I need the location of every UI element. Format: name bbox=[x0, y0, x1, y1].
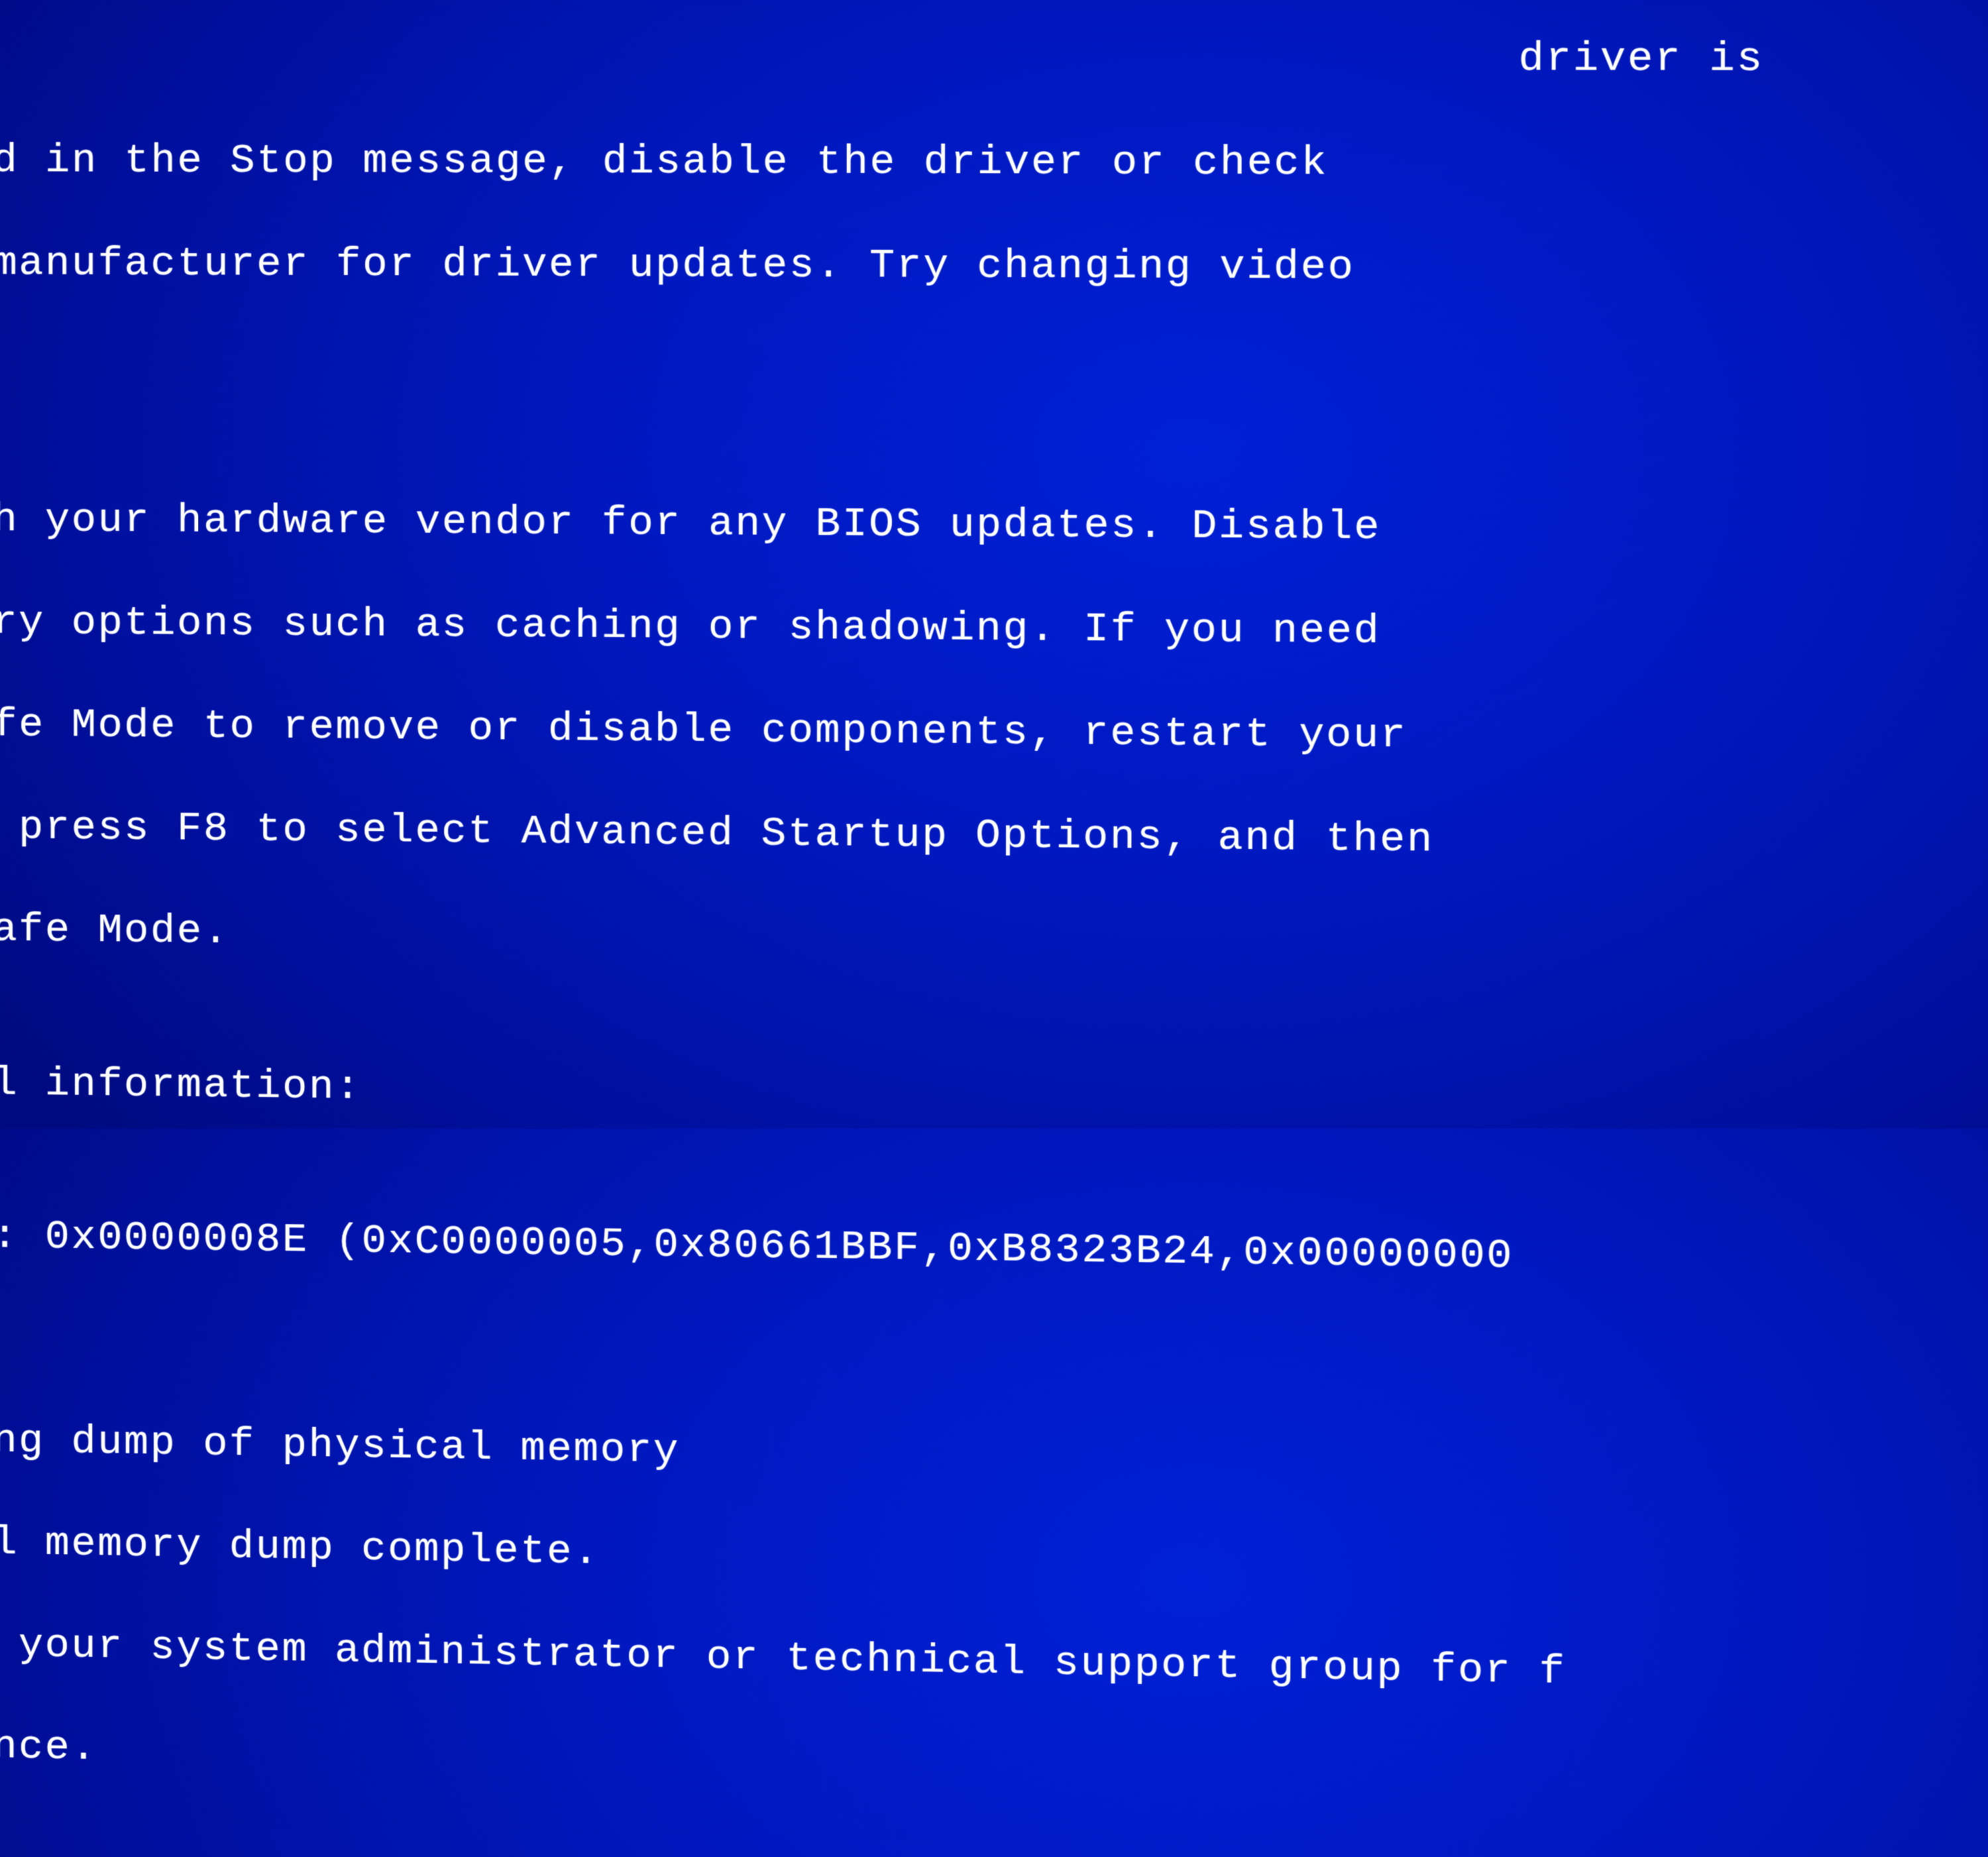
bsod-line: se Safe Mode to remove or disable compon… bbox=[0, 698, 1761, 764]
bsod-line bbox=[0, 1362, 1757, 1390]
bsod-technical-info-header: nnical information: bbox=[0, 1056, 1759, 1129]
bsod-line: ect Safe Mode. bbox=[0, 903, 1760, 973]
bsod-line: ters. bbox=[0, 339, 1763, 399]
bsod-screen: driver is tified in the Stop message, di… bbox=[0, 0, 1764, 1857]
bsod-line: the manufacturer for driver updates. Try… bbox=[0, 237, 1763, 294]
bsod-line bbox=[0, 1005, 1759, 1025]
bsod-line: sistance. bbox=[0, 1718, 1756, 1805]
bsod-line bbox=[0, 1158, 1759, 1182]
bsod-line: uter, press F8 to select Advanced Startu… bbox=[0, 800, 1761, 868]
bsod-line: driver is bbox=[0, 31, 1764, 85]
bsod-line: tified in the Stop message, disable the … bbox=[0, 134, 1763, 190]
bsod-dump-complete: ysical memory dump complete. bbox=[0, 1515, 1757, 1598]
bsod-contact-support: ntact your system administrator or techn… bbox=[0, 1616, 1757, 1701]
bsod-line bbox=[0, 1311, 1758, 1337]
bsod-dump-begin: ginning dump of physical memory bbox=[0, 1413, 1757, 1494]
bsod-line: memory options such as caching or shadow… bbox=[0, 595, 1761, 659]
bsod-stop-code: STOP: 0x0000008E (0xC0000005,0x80661BBF,… bbox=[0, 1209, 1759, 1286]
bsod-line bbox=[0, 442, 1762, 451]
bsod-line: k with your hardware vendor for any BIOS… bbox=[0, 493, 1762, 555]
